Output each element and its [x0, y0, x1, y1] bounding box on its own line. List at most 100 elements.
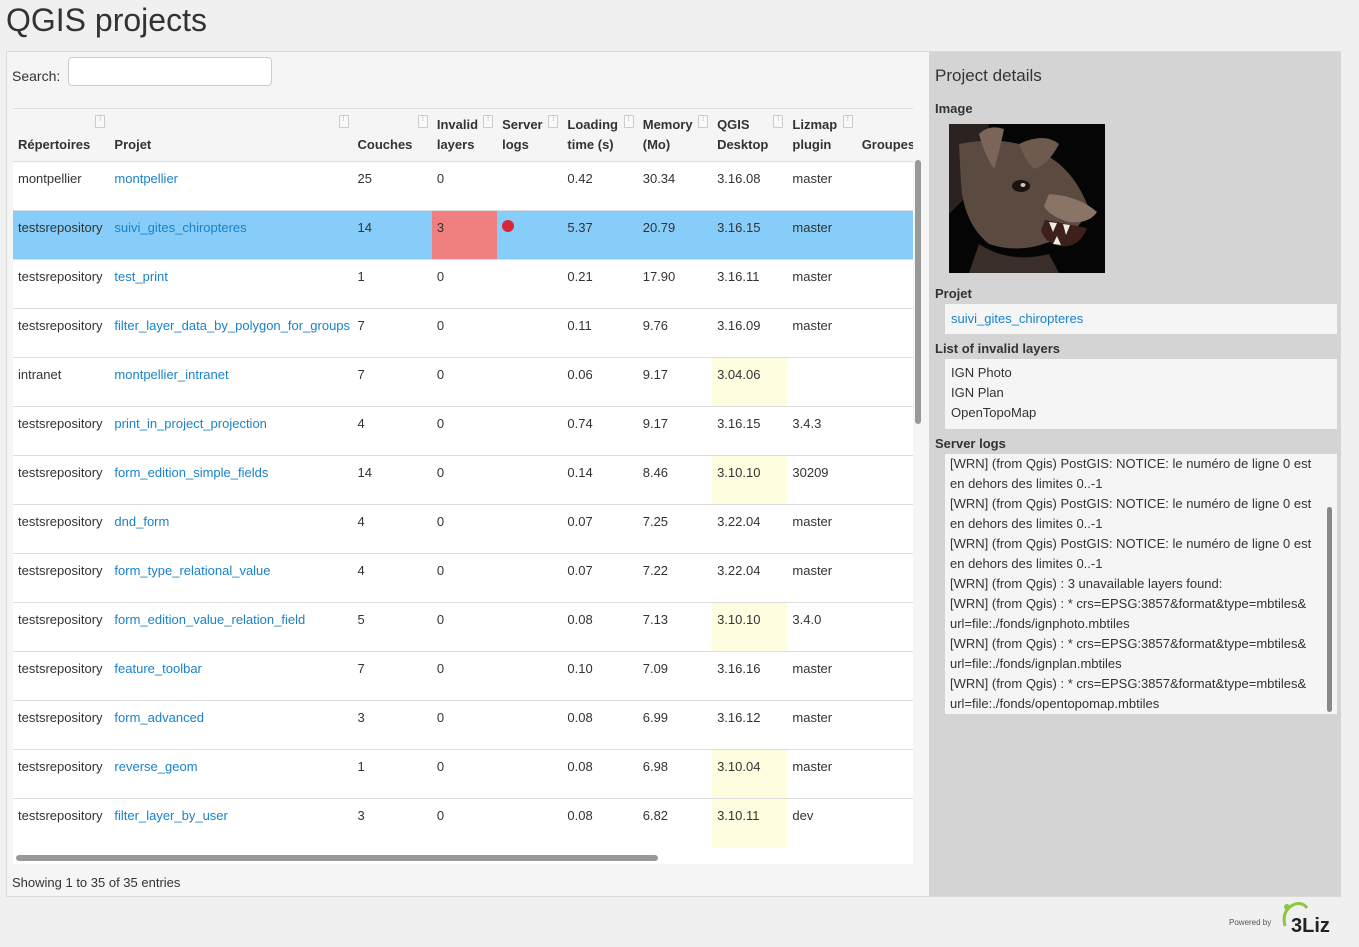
sort-icon[interactable]: ⋮ — [417, 115, 428, 128]
cell-memory: 6.82 — [637, 798, 713, 848]
cell-project: test_print — [109, 259, 353, 309]
project-link[interactable]: form_edition_value_relation_field — [114, 612, 305, 627]
table-header-row: Répertoires ⋮ Projet ⋮ Couches ⋮ Invalid layers… — [13, 108, 913, 162]
projects-table-wrapper: Répertoires ⋮ Projet ⋮ Couches ⋮ Invalid layers… — [13, 108, 913, 864]
sort-icon[interactable]: ⋮ — [623, 115, 634, 128]
cell-lizmap: master — [787, 749, 857, 799]
column-header-7[interactable]: QGIS Desktop ⋮ — [712, 108, 788, 162]
sort-icon[interactable]: ⋮ — [698, 115, 709, 128]
cell-logs — [497, 504, 563, 554]
cell-time: 0.21 — [562, 259, 638, 309]
cell-groups — [856, 161, 913, 211]
cell-repo: testsrepository — [13, 798, 110, 848]
cell-project: form_advanced — [109, 700, 353, 750]
column-header-9[interactable]: Groupes — [856, 108, 913, 162]
cell-lizmap: master — [787, 210, 857, 260]
project-link[interactable]: reverse_geom — [114, 759, 197, 774]
cell-qgis: 3.04.06 — [712, 357, 788, 407]
table-row[interactable]: testsrepository print_in_project_projecti… — [13, 406, 913, 456]
project-link[interactable]: suivi_gites_chiropteres — [114, 220, 246, 235]
log-warning-icon[interactable] — [502, 220, 515, 232]
cell-memory: 6.98 — [637, 749, 713, 799]
cell-invalid: 0 — [431, 161, 498, 211]
table-row[interactable]: testsrepository feature_toolbar 7 0 0.10 7.09… — [13, 651, 913, 701]
sort-icon[interactable]: ⋮ — [842, 115, 853, 128]
cell-project: suivi_gites_chiropteres — [109, 210, 353, 260]
column-header-5[interactable]: Loading time (s) ⋮ — [562, 108, 638, 162]
cell-layers: 1 — [352, 749, 432, 799]
cell-invalid: 0 — [431, 455, 498, 505]
cell-project: montpellier — [109, 161, 353, 211]
3liz-logo[interactable]: 3Liz — [1277, 898, 1343, 936]
cell-time: 0.42 — [562, 161, 638, 211]
cell-qgis: 3.16.08 — [712, 161, 788, 211]
sort-icon[interactable]: ⋮ — [773, 115, 784, 128]
project-link[interactable]: form_advanced — [114, 710, 204, 725]
project-link[interactable]: suivi_gites_chiropteres — [951, 311, 1083, 326]
project-link[interactable]: form_type_relational_value — [114, 563, 270, 578]
server-logs-scrollbar[interactable] — [1327, 507, 1332, 712]
table-row[interactable]: testsrepository filter_layer_data_by_poly… — [13, 308, 913, 358]
table-row[interactable]: testsrepository suivi_gites_chiropteres 14… — [13, 210, 913, 260]
sort-icon[interactable]: ⋮ — [548, 115, 559, 128]
table-row[interactable]: testsrepository reverse_geom 1 0 0.08 6.98 3.1… — [13, 749, 913, 799]
cell-logs — [497, 161, 563, 211]
cell-project: filter_layer_data_by_polygon_for_groups — [109, 308, 353, 358]
cell-qgis: 3.16.15 — [712, 210, 788, 260]
project-link[interactable]: print_in_project_projection — [114, 416, 266, 431]
project-link[interactable]: filter_layer_by_user — [114, 808, 227, 823]
cell-invalid: 0 — [431, 602, 498, 652]
table-row[interactable]: testsrepository filter_layer_by_user 3 0 0.0… — [13, 798, 913, 848]
column-header-line2: Desktop — [717, 137, 769, 152]
column-header-2[interactable]: Couches ⋮ — [352, 108, 432, 162]
cell-project: reverse_geom — [109, 749, 353, 799]
project-link[interactable]: form_edition_simple_fields — [114, 465, 268, 480]
cell-time: 0.07 — [562, 553, 638, 603]
sort-icon[interactable]: ⋮ — [338, 115, 349, 128]
project-link[interactable]: filter_layer_data_by_polygon_for_groups — [114, 318, 350, 333]
column-header-line2: time (s) — [567, 137, 614, 152]
project-link[interactable]: dnd_form — [114, 514, 169, 529]
project-link[interactable]: montpellier_intranet — [114, 367, 228, 382]
invalid-layer-item: IGN Plan — [951, 385, 1004, 400]
table-row[interactable]: testsrepository dnd_form 4 0 0.07 7.25 3.22.04… — [13, 504, 913, 554]
table-horizontal-scrollbar[interactable] — [16, 855, 658, 861]
cell-repo: testsrepository — [13, 602, 110, 652]
column-header-line2: Répertoires — [18, 137, 91, 152]
cell-layers: 7 — [352, 357, 432, 407]
table-vertical-scrollbar[interactable] — [915, 160, 921, 424]
sort-icon[interactable]: ⋮ — [95, 115, 106, 128]
table-row[interactable]: intranet montpellier_intranet 7 0 0.06 9.17 3.… — [13, 357, 913, 407]
project-link[interactable]: test_print — [114, 269, 167, 284]
cell-invalid: 0 — [431, 357, 498, 407]
cell-logs — [497, 308, 563, 358]
table-row[interactable]: montpellier montpellier 25 0 0.42 30.34 3.16.0… — [13, 161, 913, 211]
table-row[interactable]: testsrepository form_edition_value_relati… — [13, 602, 913, 652]
cell-lizmap: master — [787, 504, 857, 554]
project-link[interactable]: feature_toolbar — [114, 661, 201, 676]
table-row[interactable]: testsrepository form_edition_simple_field… — [13, 455, 913, 505]
server-logs-box[interactable]: [WRN] (from Qgis) PostGIS: NOTICE: le nu… — [945, 454, 1337, 714]
column-header-6[interactable]: Memory (Mo) ⋮ — [637, 108, 713, 162]
log-line: [WRN] (from Qgis) : 3 unavailable layers… — [950, 576, 1223, 591]
project-label: Projet — [935, 286, 972, 301]
cell-memory: 7.22 — [637, 553, 713, 603]
cell-time: 0.08 — [562, 700, 638, 750]
column-header-0[interactable]: Répertoires ⋮ — [13, 108, 110, 162]
cell-time: 0.06 — [562, 357, 638, 407]
column-header-3[interactable]: Invalid layers ⋮ — [431, 108, 498, 162]
cell-qgis: 3.10.11 — [712, 798, 788, 848]
cell-groups — [856, 357, 913, 407]
cell-groups — [856, 210, 913, 260]
table-row[interactable]: testsrepository test_print 1 0 0.21 17.90 3.16… — [13, 259, 913, 309]
column-header-1[interactable]: Projet ⋮ — [109, 108, 353, 162]
table-row[interactable]: testsrepository form_advanced 3 0 0.08 6.99 3.… — [13, 700, 913, 750]
sort-icon[interactable]: ⋮ — [483, 115, 494, 128]
column-header-8[interactable]: Lizmap plugin ⋮ — [787, 108, 857, 162]
project-link[interactable]: montpellier — [114, 171, 178, 186]
cell-repo: testsrepository — [13, 651, 110, 701]
column-header-line2: (Mo) — [642, 137, 671, 152]
table-row[interactable]: testsrepository form_type_relational_valu… — [13, 553, 913, 603]
column-header-4[interactable]: Server logs ⋮ — [497, 108, 563, 162]
search-input[interactable] — [68, 57, 272, 86]
